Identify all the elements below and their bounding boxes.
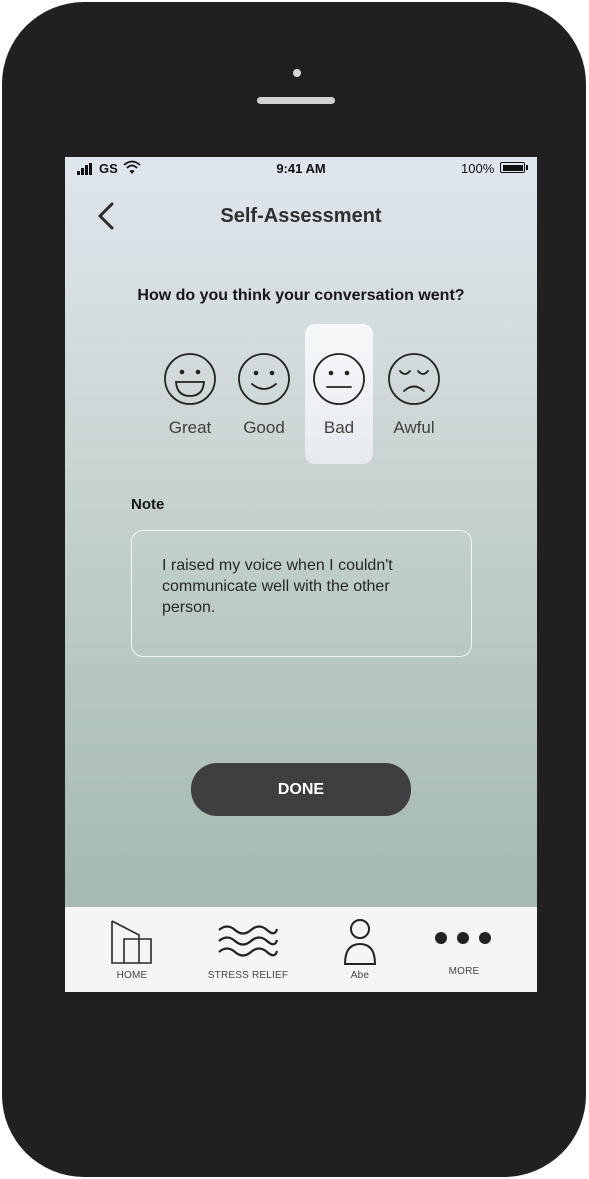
battery-icon bbox=[500, 162, 525, 173]
mood-option-bad[interactable]: Bad bbox=[305, 324, 373, 464]
mood-label: Good bbox=[243, 418, 285, 437]
screen: GS 9:41 AM 100% Self-Assessment How do y… bbox=[65, 157, 537, 992]
tab-home[interactable]: HOME bbox=[84, 907, 180, 992]
status-bar: GS 9:41 AM 100% bbox=[65, 157, 537, 183]
waves-icon bbox=[218, 925, 279, 957]
mood-option-good[interactable]: Good bbox=[230, 324, 298, 464]
mood-option-awful[interactable]: Awful bbox=[380, 324, 448, 464]
battery-percent: 100% bbox=[461, 161, 495, 176]
person-icon bbox=[343, 919, 377, 965]
tab-abe[interactable]: Abe bbox=[312, 907, 408, 992]
tab-label: Abe bbox=[350, 970, 370, 981]
mood-label: Bad bbox=[323, 418, 355, 437]
tab-more[interactable]: MORE bbox=[416, 907, 512, 992]
note-field[interactable]: I raised my voice when I couldn't commun… bbox=[131, 530, 472, 657]
done-button[interactable]: DONE bbox=[191, 763, 411, 816]
tab-label: STRESS RELIEF bbox=[207, 970, 289, 981]
good-face-icon bbox=[238, 353, 290, 405]
speaker bbox=[257, 97, 335, 104]
neutral-face-icon bbox=[313, 353, 365, 405]
phone-frame: GS 9:41 AM 100% Self-Assessment How do y… bbox=[2, 2, 586, 1177]
tab-label: MORE bbox=[448, 966, 480, 977]
question-text: How do you think your conversation went? bbox=[137, 287, 465, 304]
tab-bar: HOME STRESS RELIEF Abe MORE bbox=[65, 907, 537, 992]
tab-label: HOME bbox=[116, 970, 148, 981]
more-icon bbox=[435, 932, 491, 944]
mood-option-great[interactable]: Great bbox=[156, 324, 224, 464]
note-label: Note bbox=[131, 496, 165, 513]
mood-label: Awful bbox=[393, 418, 435, 437]
tab-stress-relief[interactable]: STRESS RELIEF bbox=[200, 907, 296, 992]
page-title: Self-Assessment bbox=[220, 205, 382, 227]
sad-face-icon bbox=[388, 353, 440, 405]
home-icon bbox=[111, 920, 152, 964]
battery-tip bbox=[526, 165, 528, 170]
camera bbox=[293, 69, 301, 77]
great-face-icon bbox=[164, 353, 216, 405]
mood-label: Great bbox=[168, 418, 212, 437]
